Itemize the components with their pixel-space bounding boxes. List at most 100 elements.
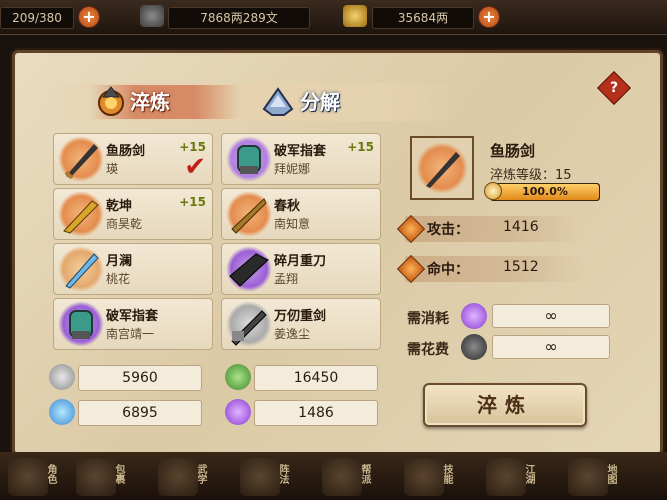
furnace-icon	[98, 86, 124, 116]
equipment-slot[interactable]: 乾坤 商昊乾 +15	[53, 188, 213, 240]
gauntlet-icon	[58, 301, 104, 347]
nav-label: 地图	[605, 464, 616, 484]
silver-value: 7868两289文	[200, 11, 278, 25]
silver-ore-icon	[49, 364, 75, 390]
greatblade-icon	[226, 246, 272, 292]
progress-label: 100.0%	[522, 185, 568, 198]
stamina-value: 209/380	[12, 11, 62, 25]
nav-label: 江湖	[523, 464, 534, 484]
material-value: 6895	[122, 405, 158, 421]
silver-counter: 7868两289文	[168, 7, 310, 29]
selected-item-name: 鱼肠剑	[490, 142, 536, 160]
nav-guild[interactable]: 帮派	[314, 456, 372, 498]
stamina-counter: 209/380	[0, 7, 74, 29]
nav-label: 技能	[441, 464, 452, 484]
equipment-owner: 孟翔	[274, 272, 299, 286]
fee-label: 需花费	[407, 342, 449, 358]
help-label: ?	[609, 80, 619, 96]
equipment-name: 乾坤	[106, 199, 133, 214]
gold-ingot-icon	[343, 5, 367, 27]
add-gold-button[interactable]: +	[478, 6, 500, 28]
add-stamina-button[interactable]: +	[78, 6, 100, 28]
equipment-slot[interactable]: 鱼肠剑 瑛 +15 ✔	[53, 133, 213, 185]
purple-crystal-icon	[461, 303, 487, 329]
equipment-level: +15	[347, 140, 374, 154]
nav-map[interactable]: 地图	[560, 456, 618, 498]
anvil-icon	[262, 87, 294, 116]
material-value: 16450	[293, 370, 339, 386]
equipment-name: 鱼肠剑	[106, 144, 146, 159]
equipment-grid: 鱼肠剑 瑛 +15 ✔ 破军指套 拜妮娜 +15 乾坤 商昊乾 +15 春秋 南…	[50, 130, 390, 350]
hammer-icon	[484, 182, 502, 200]
material-count: 6895	[78, 400, 202, 426]
tab-strip: 淬炼 分解	[45, 83, 465, 121]
selected-item-frame	[410, 136, 474, 200]
greatsword-icon	[226, 301, 272, 347]
refine-level: 淬炼等级：15	[490, 168, 572, 183]
equipment-name: 碎月重刀	[274, 254, 327, 269]
refine-progress-bar: 100.0%	[490, 183, 600, 201]
material-count: 5960	[78, 365, 202, 391]
hit-row: 命中： 1512	[396, 254, 585, 284]
equipment-slot[interactable]: 破军指套 拜妮娜 +15	[221, 133, 381, 185]
nav-label: 角色	[45, 464, 56, 484]
sword-icon	[416, 142, 468, 194]
silver-coin-icon	[140, 5, 164, 27]
fee-value: ∞	[492, 335, 610, 359]
equipment-slot[interactable]: 破军指套 南宫靖一	[53, 298, 213, 350]
equipment-owner: 南知意	[274, 217, 311, 231]
nav-role[interactable]: 角色	[0, 456, 58, 498]
tab-decompose[interactable]: 分解	[260, 85, 400, 119]
equipment-level: +15	[179, 195, 206, 209]
blade-icon	[58, 191, 104, 237]
equipment-owner: 拜妮娜	[274, 162, 311, 176]
equipment-name: 万仞重剑	[274, 309, 327, 324]
equipment-owner: 姜逸尘	[274, 327, 311, 341]
material-value: 1486	[298, 405, 334, 421]
nav-label: 武学	[195, 464, 206, 484]
tab-decompose-label: 分解	[300, 90, 340, 114]
nav-world[interactable]: 江湖	[478, 456, 536, 498]
equipment-owner: 桃花	[106, 272, 131, 286]
attack-label: 攻击：	[427, 222, 469, 238]
jade-ore-icon	[225, 364, 251, 390]
equipment-slot[interactable]: 春秋 南知意	[221, 188, 381, 240]
attack-value: 1416	[503, 219, 539, 235]
tab-refine-label: 淬炼	[130, 90, 170, 114]
nav-skill[interactable]: 技能	[396, 456, 454, 498]
refine-button[interactable]: 淬炼	[423, 383, 587, 427]
equipment-name: 破军指套	[106, 309, 159, 324]
equipment-name: 破军指套	[274, 144, 327, 159]
purple-crystal-icon	[225, 399, 251, 425]
saber-icon	[226, 191, 272, 237]
silver-coin-icon	[461, 334, 487, 360]
hit-value: 1512	[503, 259, 539, 275]
equipment-slot[interactable]: 万仞重剑 姜逸尘	[221, 298, 381, 350]
gold-value: 35684两	[397, 11, 449, 25]
attack-row: 攻击： 1416	[396, 214, 585, 244]
nav-bag[interactable]: 包裹	[68, 456, 126, 498]
nav-label: 帮派	[359, 464, 370, 484]
equipment-slot[interactable]: 月澜 桃花	[53, 243, 213, 295]
gauntlet-icon	[226, 136, 272, 182]
top-resource-bar: 209/380 + 7868两289文 35684两 +	[0, 0, 667, 35]
material-value: 5960	[122, 370, 158, 386]
equipment-owner: 商昊乾	[106, 217, 143, 231]
gold-counter: 35684两	[372, 7, 474, 29]
equipment-name: 月澜	[106, 254, 133, 269]
bottom-nav: 角色 包裹 武学 阵法 帮派 技能 江湖 地图	[0, 452, 667, 500]
nav-label: 包裹	[113, 464, 124, 484]
selected-check-icon: ✔	[184, 152, 206, 182]
nav-label: 阵法	[277, 464, 288, 484]
nav-martial[interactable]: 武学	[150, 456, 208, 498]
sword-icon	[58, 246, 104, 292]
hit-label: 命中：	[427, 262, 469, 278]
equipment-slot[interactable]: 碎月重刀 孟翔	[221, 243, 381, 295]
blue-crystal-icon	[49, 399, 75, 425]
material-count: 1486	[254, 400, 378, 426]
tab-refine[interactable]: 淬炼	[90, 85, 240, 119]
sword-icon	[58, 136, 104, 182]
nav-formation[interactable]: 阵法	[232, 456, 290, 498]
equipment-name: 春秋	[274, 199, 301, 214]
cost-label: 需消耗	[407, 311, 449, 327]
